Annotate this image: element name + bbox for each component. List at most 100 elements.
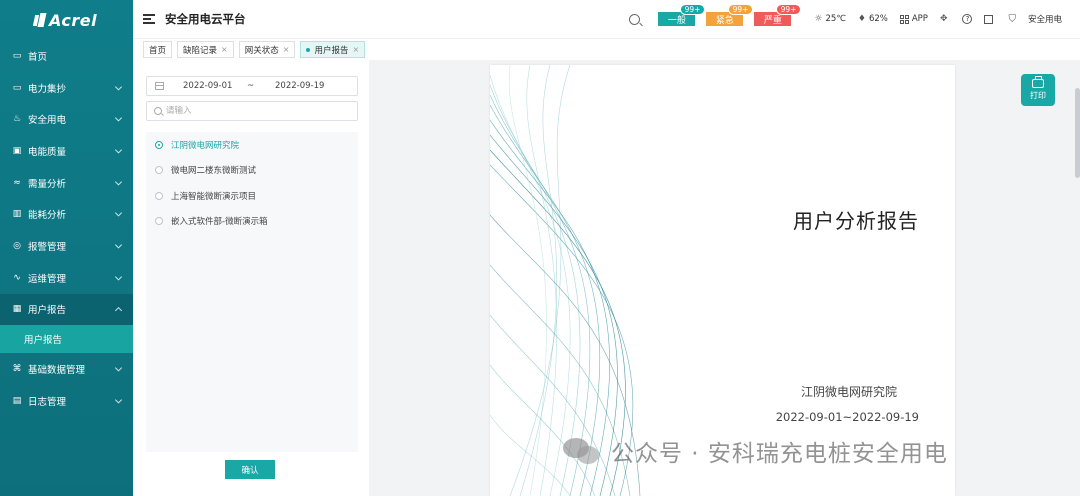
project-label: 江阴微电网研究院 bbox=[171, 140, 240, 151]
sidebar-item-power-reading[interactable]: ▭ 电力集抄 bbox=[0, 72, 133, 104]
radio-icon[interactable] bbox=[155, 191, 163, 200]
user-menu[interactable]: 安全用电 bbox=[1028, 13, 1062, 25]
tshirt-icon: ⛉ bbox=[1008, 13, 1016, 25]
report-cover-page: 用户分析报告 江阴微电网研究院 2022-09-01~2022-09-19 bbox=[490, 65, 955, 496]
sidebar: Acrel ▭ 首页 ▭ 电力集抄 ♨ 安全用电 ▣ 电能质量 ≈ 需量分析 ▥ bbox=[0, 0, 133, 496]
close-icon[interactable]: × bbox=[283, 45, 290, 54]
project-label: 微电网二楼东微断测试 bbox=[171, 166, 257, 177]
app-title: 安全用电云平台 bbox=[165, 12, 246, 26]
date-start[interactable]: 2022-09-01 bbox=[183, 81, 232, 91]
watermark-text: 公众号 · 安科瑞充电桩安全用电 bbox=[611, 441, 948, 467]
close-icon[interactable]: × bbox=[352, 45, 359, 54]
chevron-down-icon bbox=[114, 114, 123, 122]
alert-urgent-count: 99+ bbox=[727, 4, 754, 15]
sidebar-item-demand-analysis[interactable]: ≈ 需量分析 bbox=[0, 167, 133, 199]
wechat-watermark: 公众号 · 安科瑞充电桩安全用电 bbox=[563, 434, 948, 468]
print-label: 打印 bbox=[1030, 91, 1046, 100]
project-search-input[interactable] bbox=[166, 106, 346, 116]
sidebar-item-label: 安全用电 bbox=[28, 115, 67, 127]
sidebar-item-energy-analysis[interactable]: ▥ 能耗分析 bbox=[0, 198, 133, 230]
wechat-logo-icon bbox=[563, 436, 601, 466]
tab-defect-records[interactable]: 缺陷记录 × bbox=[177, 41, 234, 58]
sidebar-item-power-quality[interactable]: ▣ 电能质量 bbox=[0, 135, 133, 167]
monitor-icon: ▭ bbox=[12, 50, 22, 61]
calendar-icon bbox=[155, 82, 164, 90]
report-preview-area: 用户分析报告 江阴微电网研究院 2022-09-01~2022-09-19 打印 bbox=[369, 60, 1080, 496]
humidity-indicator: ♦ 62% bbox=[858, 14, 888, 24]
project-item[interactable]: 江阴微电网研究院 bbox=[146, 132, 358, 158]
chevron-up-icon bbox=[114, 307, 123, 315]
sidebar-item-base-data[interactable]: ⌘ 基础数据管理 bbox=[0, 353, 133, 385]
alert-general-count: 99+ bbox=[679, 4, 706, 15]
log-icon: ▤ bbox=[12, 395, 22, 406]
search-icon bbox=[154, 107, 162, 115]
window-icon bbox=[984, 14, 994, 24]
close-icon[interactable]: × bbox=[221, 45, 228, 54]
radio-icon[interactable] bbox=[155, 217, 163, 226]
radio-selected-icon[interactable] bbox=[155, 140, 163, 149]
chevron-down-icon bbox=[114, 82, 123, 91]
printer-icon bbox=[1032, 76, 1044, 88]
screen-switch-button[interactable] bbox=[984, 14, 996, 24]
tab-home[interactable]: 首页 bbox=[143, 41, 173, 58]
filter-panel: 2022-09-01 ~ 2022-09-19 江阴微电网研究院 微电网二楼东微… bbox=[133, 60, 369, 496]
help-icon: ? bbox=[962, 14, 973, 24]
sidebar-item-user-report[interactable]: ▦ 用户报告 bbox=[0, 293, 133, 326]
humidity-value: 62% bbox=[868, 14, 888, 24]
project-item[interactable]: 上海智能微断演示项目 bbox=[146, 183, 358, 209]
sidebar-item-label: 基础数据管理 bbox=[28, 365, 86, 377]
sidebar-item-alarm-management[interactable]: ◎ 报警管理 bbox=[0, 230, 133, 262]
theme-button[interactable]: ⛉ bbox=[1008, 14, 1016, 25]
project-label: 上海智能微断演示项目 bbox=[171, 191, 257, 202]
alarm-icon: ◎ bbox=[13, 240, 21, 251]
report-icon: ▦ bbox=[12, 304, 22, 315]
screen-icon: ▣ bbox=[12, 145, 22, 156]
qr-grid-icon bbox=[899, 14, 909, 24]
sidebar-item-electrical-safety[interactable]: ♨ 安全用电 bbox=[0, 103, 133, 135]
project-label: 嵌入式软件部-微断演示箱 bbox=[171, 217, 268, 228]
sidebar-item-home[interactable]: ▭ 首页 bbox=[0, 40, 133, 72]
droplet-icon: ♦ bbox=[857, 14, 866, 24]
alert-severe-button[interactable]: 严重 99+ bbox=[754, 4, 802, 26]
alert-urgent-button[interactable]: 紧急 99+ bbox=[706, 4, 754, 26]
vertical-scrollbar[interactable] bbox=[1075, 88, 1080, 178]
tab-gateway-status[interactable]: 网关状态 × bbox=[238, 41, 296, 58]
network-icon: ⌘ bbox=[12, 364, 22, 375]
confirm-button[interactable]: 确认 bbox=[225, 460, 275, 479]
project-item[interactable]: 微电网二楼东微断测试 bbox=[146, 158, 358, 184]
search-icon[interactable] bbox=[629, 13, 641, 25]
sidebar-item-label: 能耗分析 bbox=[28, 210, 67, 222]
wave-decoration-graphic bbox=[490, 65, 641, 496]
sidebar-item-label: 电能质量 bbox=[28, 146, 67, 158]
print-button[interactable]: 打印 bbox=[1021, 74, 1055, 106]
sidebar-item-label: 用户报告 bbox=[28, 305, 67, 317]
brand-logo[interactable]: Acrel bbox=[0, 0, 133, 40]
sidebar-item-log-management[interactable]: ▤ 日志管理 bbox=[0, 385, 133, 417]
alert-general-button[interactable]: 一般 99+ bbox=[658, 4, 706, 26]
sidebar-item-label: 运维管理 bbox=[28, 273, 67, 285]
sidebar-item-operations[interactable]: ∿ 运维管理 bbox=[0, 262, 133, 294]
fullscreen-button[interactable]: ✥ bbox=[940, 14, 951, 24]
project-item[interactable]: 嵌入式软件部-微断演示箱 bbox=[146, 209, 358, 235]
user-label: 安全用电 bbox=[1027, 15, 1062, 25]
sun-icon: ☼ bbox=[814, 14, 823, 24]
project-list: 江阴微电网研究院 微电网二楼东微断测试 上海智能微断演示项目 嵌入式软件部-微断… bbox=[146, 132, 358, 452]
chevron-down-icon bbox=[114, 209, 123, 217]
app-download-button[interactable]: APP bbox=[899, 14, 928, 24]
tab-user-report[interactable]: 用户报告 × bbox=[300, 41, 366, 58]
menu-toggle-icon[interactable] bbox=[143, 14, 155, 24]
help-button[interactable]: ? bbox=[962, 14, 973, 24]
tab-label: 网关状态 bbox=[244, 45, 279, 56]
sidebar-subitem-user-report[interactable]: 用户报告 bbox=[0, 325, 133, 354]
top-header: 安全用电云平台 一般 99+ 紧急 99+ 严重 99+ ☼ 25℃ ♦ 62%… bbox=[133, 0, 1080, 38]
tab-label: 首页 bbox=[149, 45, 167, 56]
date-end[interactable]: 2022-09-19 bbox=[275, 81, 324, 91]
trend-icon: ≈ bbox=[13, 177, 21, 188]
radio-icon[interactable] bbox=[155, 166, 163, 175]
chevron-down-icon bbox=[114, 396, 123, 404]
temperature-indicator: ☼ 25℃ bbox=[814, 14, 845, 24]
sidebar-subitem-label: 用户报告 bbox=[24, 335, 63, 347]
brand-logo-text: Acrel bbox=[49, 10, 98, 30]
app-label: APP bbox=[911, 14, 928, 24]
date-range-picker[interactable]: 2022-09-01 ~ 2022-09-19 bbox=[146, 76, 358, 96]
